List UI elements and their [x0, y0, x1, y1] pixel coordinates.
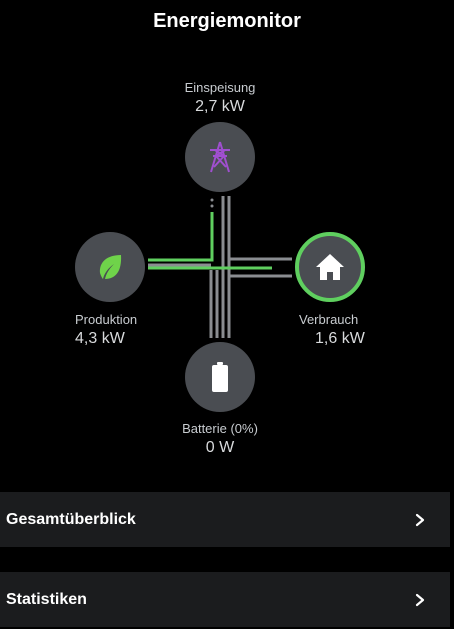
solar-value: 4,3 kW: [75, 330, 125, 347]
battery-node[interactable]: [185, 342, 255, 412]
statistics-panel[interactable]: Statistiken: [0, 572, 450, 627]
overview-panel-label: Gesamtüberblick: [6, 510, 136, 528]
home-node[interactable]: [295, 232, 365, 302]
house-icon: [316, 254, 344, 280]
solar-node[interactable]: [75, 232, 145, 302]
leaf-icon: [99, 255, 122, 279]
grid-label: Einspeisung: [184, 80, 256, 95]
flow-dot: [210, 204, 214, 208]
flow-line-solar-grid-active: [148, 212, 214, 262]
battery-icon: [212, 362, 228, 392]
battery-value: 0 W: [205, 439, 235, 456]
grid-node[interactable]: [185, 122, 255, 192]
home-value: 1,6 kW: [315, 330, 365, 347]
chevron-right-icon: [410, 590, 430, 610]
chevron-right-icon: [410, 510, 430, 530]
flow-dot: [210, 198, 214, 202]
transmission-tower-icon: [210, 141, 230, 173]
battery-label: Batterie (0%): [182, 421, 258, 436]
grid-value: 2,7 kW: [195, 98, 245, 115]
overview-panel[interactable]: Gesamtüberblick: [0, 492, 450, 547]
statistics-panel-label: Statistiken: [6, 590, 87, 608]
home-label: Verbrauch: [299, 312, 359, 327]
solar-label: Produktion: [75, 312, 138, 327]
